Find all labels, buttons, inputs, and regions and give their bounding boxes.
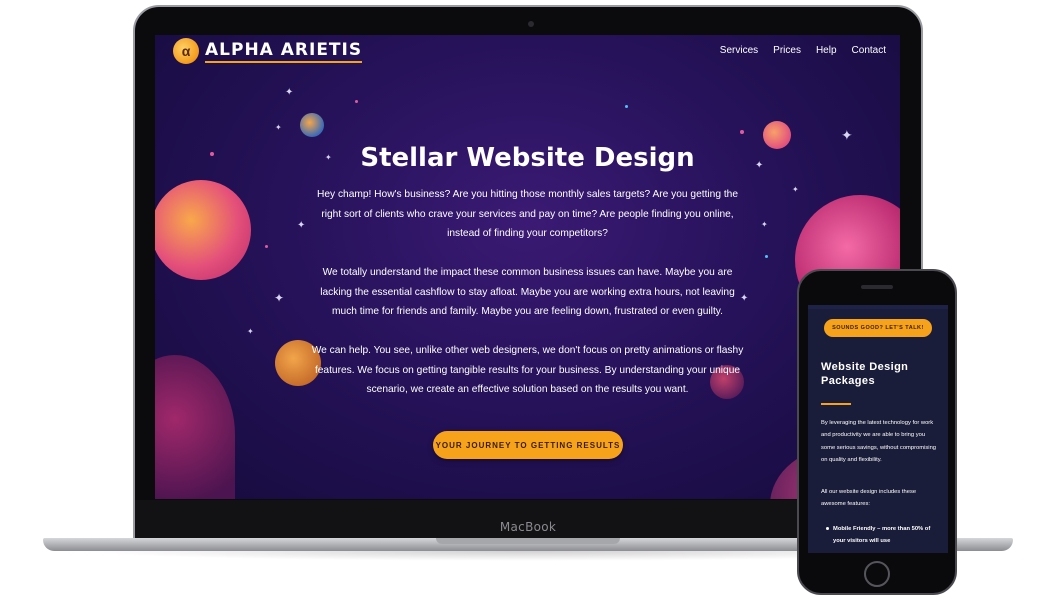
star-icon: ✦ xyxy=(274,291,285,305)
planet-small-icon xyxy=(300,113,324,137)
phone-top-strip xyxy=(808,305,948,309)
star-icon: ✦ xyxy=(285,87,294,98)
journey-cta-button[interactable]: YOUR JOURNEY TO GETTING RESULTS xyxy=(433,431,623,459)
hero-paragraph: We can help. You see, unlike other web d… xyxy=(311,345,744,395)
camera-icon xyxy=(528,21,534,27)
star-icon: ✦ xyxy=(761,220,768,229)
star-icon: ✦ xyxy=(841,127,853,143)
brand-logo[interactable]: α ALPHA ARIETIS xyxy=(173,38,363,64)
nav-services-link[interactable]: Services xyxy=(720,45,758,56)
brand-name: ALPHA ARIETIS xyxy=(205,40,363,63)
hero-paragraph: We totally understand the impact these c… xyxy=(320,267,735,317)
title-underline xyxy=(821,403,851,405)
phone-speaker-icon xyxy=(861,285,893,289)
star-icon: ✦ xyxy=(792,185,799,194)
nav-help-link[interactable]: Help xyxy=(816,45,837,56)
dot-icon xyxy=(765,255,768,258)
feature-list-item: Mobile Friendly – more than 50% of your … xyxy=(833,526,931,545)
home-button-icon[interactable] xyxy=(864,561,890,587)
star-icon: ✦ xyxy=(247,327,254,336)
laptop-notch xyxy=(436,538,620,544)
dot-icon xyxy=(740,130,744,134)
packages-paragraph: By leveraging the latest technology for … xyxy=(821,420,937,464)
laptop-screen: ✦ ✦ ✦ ✦ ✦ ✦ ✦ ✦ ✦ ✦ ✦ α ALPHA ARIETIS Se… xyxy=(155,35,900,499)
lets-talk-button[interactable]: SOUNDS GOOD? LET'S TALK! xyxy=(824,319,932,337)
nav-contact-link[interactable]: Contact xyxy=(852,45,886,56)
features-intro: All our website design includes these aw… xyxy=(821,489,917,508)
planet-left-icon xyxy=(155,180,251,280)
nav-prices-link[interactable]: Prices xyxy=(773,45,801,56)
hero-copy: Hey champ! How's business? Are you hitti… xyxy=(310,185,745,419)
bullet-icon xyxy=(826,527,829,530)
star-icon: ✦ xyxy=(275,123,282,132)
planet-bottom-left-icon xyxy=(155,355,235,499)
star-icon: ✦ xyxy=(297,220,306,231)
dot-icon xyxy=(625,105,628,108)
hero-paragraph: Hey champ! How's business? Are you hitti… xyxy=(317,189,738,239)
main-nav: Services Prices Help Contact xyxy=(720,45,886,56)
hero-title: Stellar Website Design xyxy=(360,143,695,173)
dot-icon xyxy=(265,245,268,248)
dot-icon xyxy=(355,100,358,103)
packages-title: Website Design Packages xyxy=(821,361,909,387)
ram-logo-icon: α xyxy=(173,38,199,64)
phone-screen: SOUNDS GOOD? LET'S TALK! Website Design … xyxy=(808,305,948,553)
